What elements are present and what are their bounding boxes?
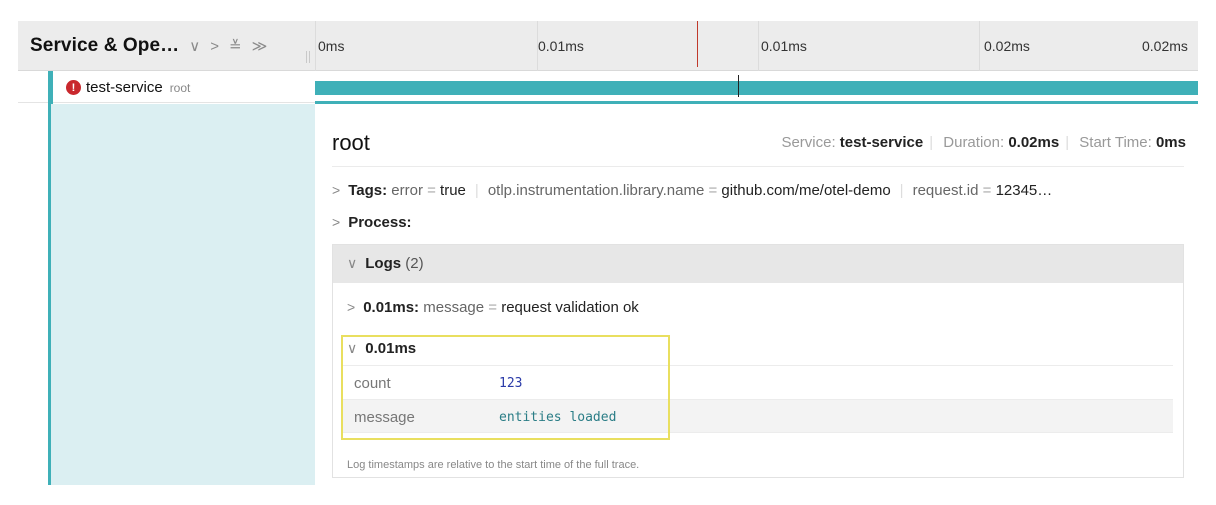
highlight-box xyxy=(341,335,670,440)
chevron-right-icon: > xyxy=(332,182,341,198)
time-cursor-line xyxy=(697,21,698,67)
logs-section-toggle[interactable]: ∨ Logs (2) xyxy=(333,245,1183,283)
divider xyxy=(332,166,1184,167)
service-value: test-service xyxy=(839,134,924,151)
expand-all-button[interactable]: ≫ xyxy=(252,37,268,55)
log-entry-toggle[interactable]: >0.01ms: message = request validation ok xyxy=(347,299,639,316)
logs-label: Logs xyxy=(365,255,402,272)
tag-value: github.com/me/otel-demo xyxy=(721,182,891,199)
tag-value: 12345… xyxy=(995,182,1053,199)
service-label: Service: xyxy=(781,134,836,151)
chevron-right-icon: > xyxy=(347,299,356,315)
service-operation-title: Service & Ope… xyxy=(30,35,180,56)
expand-one-button[interactable]: > xyxy=(210,38,219,55)
process-section-toggle[interactable]: > Process: xyxy=(332,214,412,231)
chevron-down-icon: ∨ xyxy=(347,255,358,271)
service-operation-column-header: Service & Ope… ∨ > ≚ ≫ xyxy=(18,21,314,71)
span-operation-name: root xyxy=(169,80,191,95)
tags-label: Tags: xyxy=(348,182,388,199)
duration-value: 0.02ms xyxy=(1008,134,1060,151)
tick-label: 0.01ms xyxy=(538,38,584,54)
span-detail-gutter xyxy=(51,104,315,485)
tick-label: 0.01ms xyxy=(761,38,807,54)
tags-section-toggle[interactable]: > Tags: error = true | otlp.instrumentation… xyxy=(332,182,1052,199)
logs-count: (2) xyxy=(405,255,424,272)
tag-key: otlp.instrumentation.library.name xyxy=(487,182,705,199)
chevron-right-icon: > xyxy=(332,214,341,230)
timeline-header: Service & Ope… ∨ > ≚ ≫ 0ms 0.01ms 0.01ms… xyxy=(18,21,1198,71)
span-detail-title: root xyxy=(332,130,370,155)
start-time-label: Start Time: xyxy=(1079,134,1152,151)
span-duration-bar[interactable] xyxy=(315,81,1198,95)
tag-value: true xyxy=(440,182,466,199)
log-field-key: message xyxy=(423,299,485,316)
span-service-name: test-service xyxy=(86,79,163,96)
span-name[interactable]: ! test-service root xyxy=(66,79,190,96)
collapse-all-button[interactable]: ≚ xyxy=(229,37,242,55)
tick-label: 0.02ms xyxy=(984,38,1030,54)
error-icon: ! xyxy=(66,80,81,95)
column-resize-handle[interactable] xyxy=(306,51,310,63)
tag-key: request.id xyxy=(912,182,979,199)
logs-footnote: Log timestamps are relative to the start… xyxy=(347,459,640,471)
duration-label: Duration: xyxy=(943,134,1005,151)
log-field-value: request validation ok xyxy=(501,299,639,316)
tag-key: error xyxy=(391,182,423,199)
log-marker xyxy=(738,75,739,97)
tick-label: 0ms xyxy=(318,38,345,54)
tick-label: 0.02ms xyxy=(1142,38,1188,54)
start-time-value: 0ms xyxy=(1155,134,1186,151)
process-label: Process: xyxy=(348,214,412,231)
log-timestamp: 0.01ms: xyxy=(363,299,420,316)
span-overview: Service: test-service | Duration: 0.02ms |… xyxy=(781,134,1186,151)
collapse-one-button[interactable]: ∨ xyxy=(189,37,200,55)
